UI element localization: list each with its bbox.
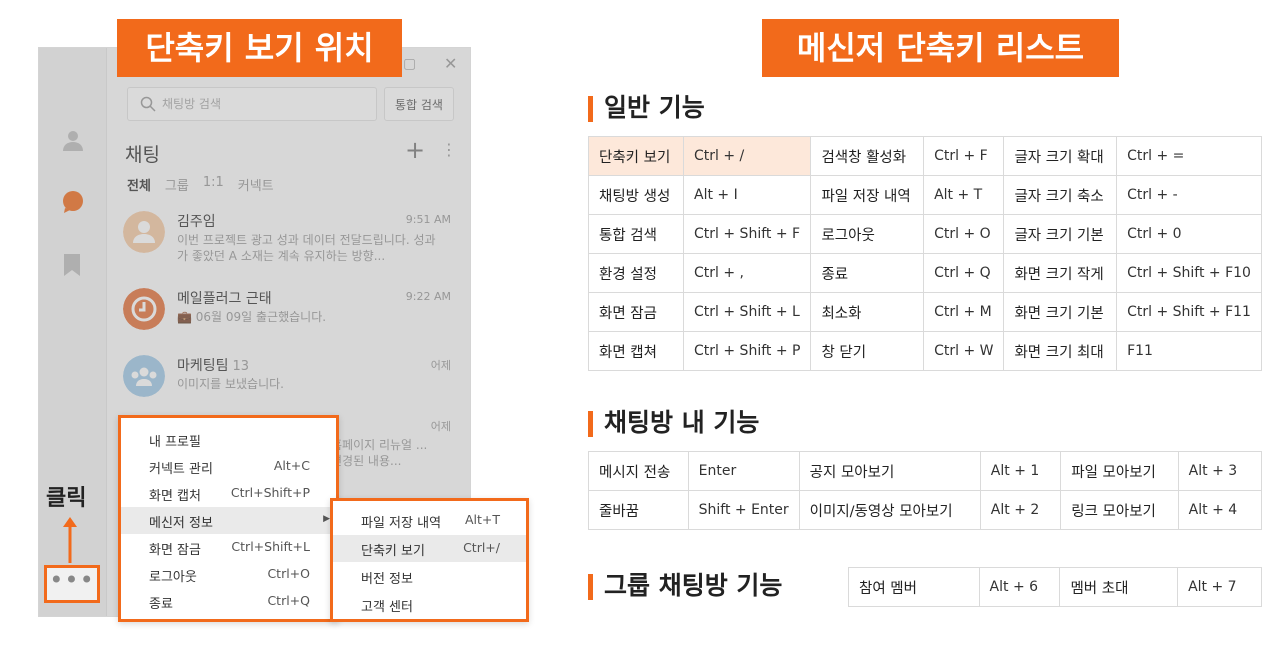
click-callout: 클릭 (46, 486, 87, 511)
function-name-cell: 파일 모아보기 (1060, 451, 1179, 491)
function-name-cell: 글자 크기 확대 (1003, 136, 1118, 176)
shortcut-key-cell: Alt + T (923, 175, 1005, 215)
function-name-cell: 통합 검색 (587, 214, 685, 254)
menu-item-capture[interactable]: 화면 캡처 Ctrl+Shift+P (121, 480, 336, 507)
shortcut-key-cell: Ctrl + Shift + L (683, 292, 812, 332)
menu-item-version[interactable]: 버전 정보 (333, 563, 526, 590)
menu-item-connect[interactable]: 커넥트 관리 Alt+C (121, 453, 336, 480)
location-banner: 단축키 보기 위치 (117, 19, 402, 77)
menu-item-profile[interactable]: 내 프로필 (121, 426, 336, 453)
function-name-cell: 멤버 초대 (1059, 567, 1179, 607)
table-row: 메시지 전송 Enter 공지 모아보기 Alt + 1 파일 모아보기 Alt + 3 (588, 451, 1263, 491)
function-name-cell: 화면 크기 기본 (1003, 292, 1118, 332)
shortcut-key-cell: Enter (687, 451, 800, 491)
shortcut-key-cell: Ctrl + Shift + F (683, 214, 812, 254)
function-name-cell: 줄바꿈 (588, 490, 689, 530)
shortcut-key-cell: Ctrl + 0 (1116, 214, 1262, 254)
function-name-cell: 채팅방 생성 (587, 175, 685, 215)
menu-item-messenger-info[interactable]: 메신저 정보 ▶ (121, 507, 336, 534)
shortcut-key-cell: Ctrl + F (923, 136, 1005, 176)
menu-item-file-history[interactable]: 파일 저장 내역 Alt+T (333, 507, 526, 534)
shortcut-key-cell: Shift + Enter (687, 490, 800, 530)
table-row: 채팅방 생성 Alt + I 파일 저장 내역 Alt + T 글자 크기 축소 Ctrl… (587, 175, 1262, 215)
function-name-cell: 화면 크기 작게 (1003, 253, 1118, 293)
table-row: 단축키 보기 Ctrl + / 검색창 활성화 Ctrl + F 글자 크기 확대 Ctr… (587, 136, 1262, 176)
function-name-cell: 화면 캡쳐 (587, 331, 685, 371)
menu-item-lock[interactable]: 화면 잠금 Ctrl+Shift+L (121, 534, 336, 561)
table-row: 화면 캡쳐 Ctrl + Shift + P창 닫기 Ctrl + W 화면 크기 최… (587, 331, 1262, 371)
section-title-general: 일반 기능 (588, 92, 705, 124)
function-name-cell: 환경 설정 (587, 253, 685, 293)
table-row: 환경 설정 Ctrl + , 종료 Ctrl + Q 화면 크기 작게 Ctrl + Sh… (587, 253, 1262, 293)
function-name-cell: 최소화 (810, 292, 925, 332)
shortcut-key-cell: Ctrl + Shift + F11 (1116, 292, 1262, 332)
shortcut-key-cell: Ctrl + - (1116, 175, 1262, 215)
shortcut-key-cell: Ctrl + , (683, 253, 812, 293)
function-name-cell: 글자 크기 기본 (1003, 214, 1118, 254)
function-name-cell: 화면 잠금 (587, 292, 685, 332)
messenger-info-submenu: 파일 저장 내역 Alt+T 단축키 보기 Ctrl+/ 버전 정보 고객 센터 (330, 498, 529, 622)
chatroom-shortcut-table: 메시지 전송 Enter 공지 모아보기 Alt + 1 파일 모아보기 Alt + 3줄… (588, 451, 1263, 530)
menu-item-shortcuts[interactable]: 단축키 보기 Ctrl+/ (333, 535, 526, 562)
function-name-cell: 종료 (810, 253, 925, 293)
menu-item-support[interactable]: 고객 센터 (333, 591, 526, 618)
function-name-cell: 참여 멤버 (848, 567, 980, 607)
function-name-cell: 공지 모아보기 (798, 451, 981, 491)
arrow-up-icon (63, 517, 77, 563)
shortcut-key-cell: Ctrl + W (923, 331, 1005, 371)
shortcut-key-cell: Alt + 1 (979, 451, 1062, 491)
more-menu-button[interactable]: ••• (44, 565, 100, 603)
shortcut-key-cell: Alt + 6 (978, 567, 1061, 607)
menu-item-quit[interactable]: 종료 Ctrl+Q (121, 588, 336, 615)
table-row: 화면 잠금 Ctrl + Shift + L 최소화 Ctrl + M 화면 크기 기본… (587, 292, 1262, 332)
function-name-cell: 검색창 활성화 (810, 136, 925, 176)
menu-item-logout[interactable]: 로그아웃 Ctrl+O (121, 561, 336, 588)
shortcut-key-cell: Alt + 2 (979, 490, 1062, 530)
table-row: 통합 검색 Ctrl + Shift + F 로그아웃 Ctrl + O 글자 크기 기… (587, 214, 1262, 254)
function-name-cell: 파일 저장 내역 (810, 175, 925, 215)
function-name-cell: 링크 모아보기 (1060, 490, 1179, 530)
function-name-cell: 이미지/동영상 모아보기 (798, 490, 981, 530)
shortcut-key-cell: Ctrl + / (683, 136, 812, 176)
shortcut-key-cell: Ctrl + O (923, 214, 1005, 254)
shortcut-key-cell: Alt + 4 (1177, 490, 1263, 530)
section-title-chatroom: 채팅방 내 기능 (588, 407, 759, 439)
table-row: 줄바꿈 Shift + Enter 이미지/동영상 모아보기 Alt + 2 링크 모아… (588, 490, 1263, 530)
submenu-arrow-icon: ▶ (323, 514, 330, 524)
shortcut-key-cell: Alt + 7 (1177, 567, 1262, 607)
function-name-cell: 메시지 전송 (588, 451, 689, 491)
general-shortcut-table: 단축키 보기 Ctrl + / 검색창 활성화 Ctrl + F 글자 크기 확대 Ctr… (587, 136, 1262, 371)
function-name-cell: 화면 크기 최대 (1003, 331, 1118, 371)
more-menu: 내 프로필 커넥트 관리 Alt+C 화면 캡처 Ctrl+Shift+P 메신저 … (118, 415, 339, 622)
shortcut-key-cell: Alt + 3 (1177, 451, 1263, 491)
table-row: 참여 멤버 Alt + 6 멤버 초대 Alt + 7 (848, 567, 1262, 607)
shortcut-key-cell: Alt + I (683, 175, 812, 215)
shortcut-list-banner: 메신저 단축키 리스트 (762, 19, 1119, 77)
function-name-cell: 글자 크기 축소 (1003, 175, 1118, 215)
shortcut-key-cell: Ctrl + = (1116, 136, 1262, 176)
section-title-group: 그룹 채팅방 기능 (588, 570, 782, 602)
function-name-cell: 로그아웃 (810, 214, 925, 254)
shortcut-key-cell: Ctrl + Shift + F10 (1116, 253, 1262, 293)
group-shortcut-table: 참여 멤버 Alt + 6 멤버 초대 Alt + 7 (848, 567, 1262, 607)
function-name-cell: 단축키 보기 (587, 136, 685, 176)
shortcut-key-cell: Ctrl + Shift + P (683, 331, 812, 371)
shortcut-key-cell: Ctrl + Q (923, 253, 1005, 293)
shortcut-key-cell: Ctrl + M (923, 292, 1005, 332)
function-name-cell: 창 닫기 (810, 331, 925, 371)
shortcut-key-cell: F11 (1116, 331, 1262, 371)
